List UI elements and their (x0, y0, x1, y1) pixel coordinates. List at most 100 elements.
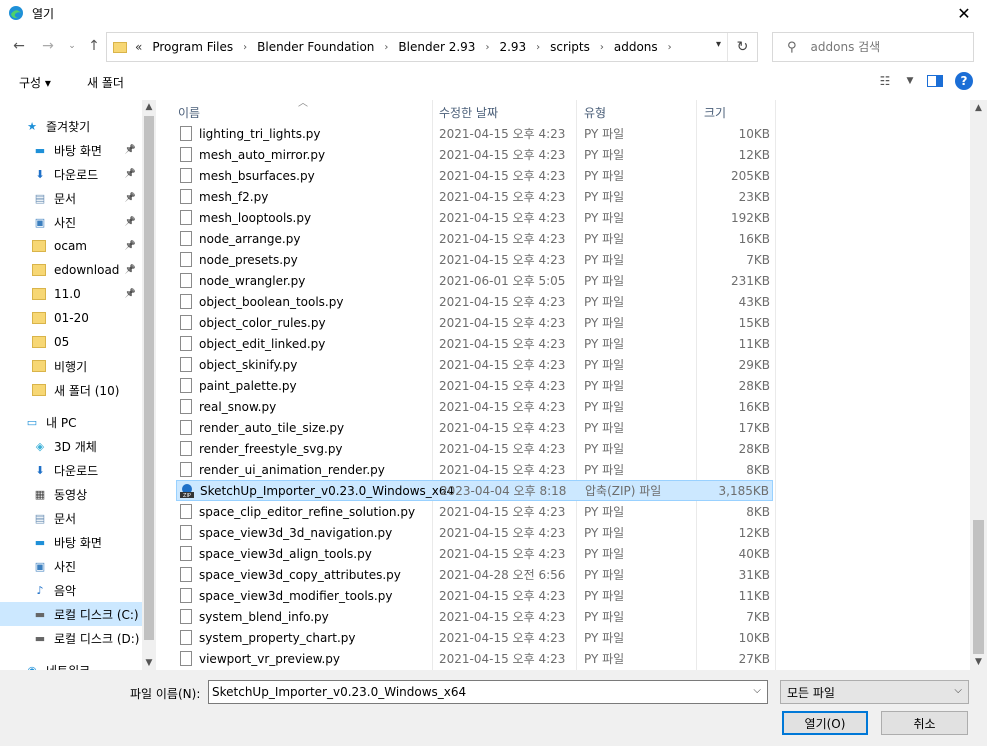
filename-input[interactable]: SketchUp_Importer_v0.23.0_Windows_x64 ⌵ (208, 680, 768, 704)
preview-pane-icon (927, 75, 943, 87)
file-row[interactable]: render_ui_animation_render.py 2021-04-15 … (176, 459, 773, 480)
file-row[interactable]: render_auto_tile_size.py 2021-04-15 오후 4:… (176, 417, 773, 438)
chevron-right-icon[interactable]: › (536, 42, 540, 53)
view-dropdown-button[interactable]: ▼ (905, 72, 915, 90)
filetype-select[interactable]: 모든 파일 ⌵ (780, 680, 969, 704)
address-bar[interactable]: « Program Files › Blender Foundation › B… (106, 32, 758, 62)
sidebar-item[interactable]: ▬ 로컬 디스크 (D:) (0, 626, 142, 650)
chevron-right-icon[interactable]: › (668, 42, 672, 53)
chevron-right-icon[interactable]: › (384, 42, 388, 53)
file-row[interactable]: space_view3d_align_tools.py 2021-04-15 오후… (176, 543, 773, 564)
scrollbar-thumb[interactable] (973, 520, 984, 654)
file-row[interactable]: mesh_auto_mirror.py 2021-04-15 오후 4:23 PY … (176, 144, 773, 165)
sidebar-item[interactable]: ▬ 바탕 화면 📌 (0, 138, 142, 162)
sidebar-item[interactable]: ♪ 음악 (0, 578, 142, 602)
column-header-size[interactable]: 크기 (704, 100, 726, 124)
file-row[interactable]: object_color_rules.py 2021-04-15 오후 4:23 P… (176, 312, 773, 333)
file-row[interactable]: system_property_chart.py 2021-04-15 오후 4:… (176, 627, 773, 648)
scroll-down-icon[interactable]: ▼ (970, 654, 987, 670)
scrollbar-thumb[interactable] (144, 116, 154, 640)
file-row[interactable]: system_blend_info.py 2021-04-15 오후 4:23 PY… (176, 606, 773, 627)
sidebar-item[interactable]: ▣ 사진 📌 (0, 210, 142, 234)
search-box[interactable]: ⚲ (772, 32, 974, 62)
navigation-pane-scrollbar[interactable]: ▲ ▼ (142, 100, 155, 670)
breadcrumb-overflow[interactable]: « (135, 40, 142, 54)
sidebar-item[interactable]: 01-20 (0, 306, 142, 330)
preview-pane-button[interactable] (925, 72, 945, 90)
column-divider[interactable] (775, 100, 776, 670)
cancel-button[interactable]: 취소 (881, 711, 968, 735)
sidebar-item[interactable]: ◈ 3D 개체 (0, 434, 142, 458)
up-button[interactable]: ↑ (84, 36, 104, 56)
column-header-date[interactable]: 수정한 날짜 (439, 100, 498, 124)
close-button[interactable]: ✕ (941, 0, 987, 26)
recent-locations-button[interactable]: ⌄ (62, 36, 82, 56)
scroll-down-icon[interactable]: ▼ (142, 656, 155, 670)
file-row[interactable]: node_wrangler.py 2021-06-01 오후 5:05 PY 파일 2… (176, 270, 773, 291)
search-input[interactable] (810, 40, 961, 54)
file-row[interactable]: lighting_tri_lights.py 2021-04-15 오후 4:23… (176, 123, 773, 144)
sidebar-item[interactable]: ⬇ 다운로드 📌 (0, 162, 142, 186)
file-row[interactable]: object_edit_linked.py 2021-04-15 오후 4:23 P… (176, 333, 773, 354)
new-folder-button[interactable]: 새 폴더 (87, 74, 124, 91)
help-button[interactable]: ? (955, 72, 973, 90)
file-row[interactable]: object_boolean_tools.py 2021-04-15 오후 4:2… (176, 291, 773, 312)
file-row[interactable]: node_presets.py 2021-04-15 오후 4:23 PY 파일 7K… (176, 249, 773, 270)
file-row[interactable]: ZIP SketchUp_Importer_v0.23.0_Windows_x64… (176, 480, 773, 501)
scroll-up-icon[interactable]: ▲ (970, 100, 987, 116)
sidebar-item[interactable]: 11.0 📌 (0, 282, 142, 306)
sidebar-item[interactable]: ◉ 네트워크 (0, 658, 142, 671)
sidebar-item[interactable]: ▬ 바탕 화면 (0, 530, 142, 554)
sidebar-item[interactable]: 05 (0, 330, 142, 354)
breadcrumb-item[interactable]: scripts (550, 40, 590, 54)
breadcrumb-item[interactable]: Program Files (152, 40, 233, 54)
breadcrumb-item[interactable]: Blender 2.93 (398, 40, 475, 54)
file-list-scrollbar[interactable]: ▲ ▼ (970, 100, 987, 670)
file-name: real_snow.py (199, 399, 277, 414)
sidebar-item[interactable]: ▬ 로컬 디스크 (C:) (0, 602, 142, 626)
back-button[interactable]: ← (9, 36, 29, 56)
chevron-right-icon[interactable]: › (243, 42, 247, 53)
file-row[interactable]: space_view3d_modifier_tools.py 2021-04-15… (176, 585, 773, 606)
sidebar-item[interactable]: ★ 즐겨찾기 (0, 114, 142, 138)
breadcrumb-item[interactable]: Blender Foundation (257, 40, 374, 54)
arrow-right-icon: → (42, 38, 54, 54)
file-row[interactable]: space_clip_editor_refine_solution.py 2021… (176, 501, 773, 522)
breadcrumb-item[interactable]: 2.93 (499, 40, 526, 54)
sidebar-item[interactable]: ocam 📌 (0, 234, 142, 258)
file-row[interactable]: mesh_f2.py 2021-04-15 오후 4:23 PY 파일 23KB (176, 186, 773, 207)
organize-button[interactable]: 구성 ▾ (19, 74, 51, 91)
forward-button[interactable]: → (38, 36, 58, 56)
file-row[interactable]: space_view3d_3d_navigation.py 2021-04-15 … (176, 522, 773, 543)
chevron-down-icon[interactable]: ⌵ (753, 685, 761, 696)
sidebar-item[interactable]: 비행기 (0, 354, 142, 378)
file-row[interactable]: real_snow.py 2021-04-15 오후 4:23 PY 파일 16KB (176, 396, 773, 417)
file-row[interactable]: render_freestyle_svg.py 2021-04-15 오후 4:2… (176, 438, 773, 459)
open-button[interactable]: 열기(O) (782, 711, 868, 735)
sidebar-item[interactable]: ▭ 내 PC (0, 410, 142, 434)
refresh-button[interactable]: ↻ (727, 33, 757, 61)
file-row[interactable]: object_skinify.py 2021-04-15 오후 4:23 PY 파일… (176, 354, 773, 375)
breadcrumb-item[interactable]: addons (614, 40, 658, 54)
sidebar-item[interactable]: edownload 📌 (0, 258, 142, 282)
sidebar-item[interactable]: 새 폴더 (10) (0, 378, 142, 402)
file-row[interactable]: space_view3d_copy_attributes.py 2021-04-2… (176, 564, 773, 585)
file-row[interactable]: paint_palette.py 2021-04-15 오후 4:23 PY 파일 2… (176, 375, 773, 396)
file-icon (180, 567, 192, 582)
sidebar-item[interactable]: ⬇ 다운로드 (0, 458, 142, 482)
file-row[interactable]: mesh_looptools.py 2021-04-15 오후 4:23 PY 파일… (176, 207, 773, 228)
chevron-right-icon[interactable]: › (485, 42, 489, 53)
sidebar-item[interactable]: ▤ 문서 📌 (0, 186, 142, 210)
column-header-type[interactable]: 유형 (584, 100, 606, 124)
sidebar-item[interactable]: ▣ 사진 (0, 554, 142, 578)
view-options-button[interactable]: ☷ (875, 72, 895, 90)
sidebar-item[interactable]: ▦ 동영상 (0, 482, 142, 506)
scroll-up-icon[interactable]: ▲ (142, 100, 155, 114)
file-row[interactable]: viewport_vr_preview.py 2021-04-15 오후 4:23… (176, 648, 773, 669)
chevron-right-icon[interactable]: › (600, 42, 604, 53)
address-dropdown-icon[interactable]: ▾ (716, 39, 721, 50)
sidebar-item[interactable]: ▤ 문서 (0, 506, 142, 530)
file-row[interactable]: node_arrange.py 2021-04-15 오후 4:23 PY 파일 16… (176, 228, 773, 249)
file-row[interactable]: mesh_bsurfaces.py 2021-04-15 오후 4:23 PY 파일… (176, 165, 773, 186)
column-header-name[interactable]: 이름 (178, 100, 200, 124)
